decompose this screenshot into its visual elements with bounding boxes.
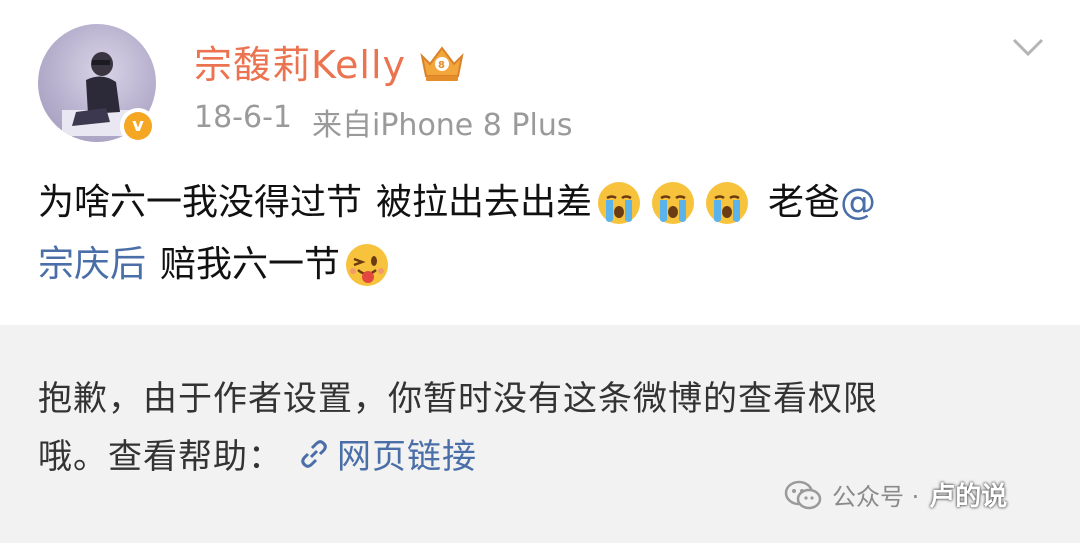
chevron-down-icon[interactable] (1010, 34, 1046, 60)
post-source: 来自iPhone 8 Plus (312, 108, 573, 143)
content-text: 赔我六一节 (160, 244, 341, 285)
mention-at-symbol[interactable]: @ (840, 172, 876, 234)
verified-v-icon: v (124, 112, 152, 140)
content-line-1: 为啥六一我没得过节 被拉出去出差 老爸 @ (38, 172, 1048, 234)
author-name-row[interactable]: 宗馥莉Kelly 8 (194, 34, 468, 89)
content-text: 为啥六一我没得过节 (38, 182, 363, 223)
content-text: 被拉出去出差 (376, 182, 593, 223)
post-meta: 18-6-1 来自iPhone 8 Plus (194, 100, 573, 144)
content-line-2: 宗庆后 赔我六一节 (38, 234, 1048, 296)
link-icon (301, 439, 327, 468)
crying-emoji-icon (652, 182, 695, 224)
vip-crown-icon: 8 (420, 45, 464, 81)
wechat-icon (784, 480, 822, 509)
notice-help-row: 哦。查看帮助： 网页链接 (38, 429, 477, 478)
watermark-label: 公众号 · (832, 483, 920, 511)
post-content: 为啥六一我没得过节 被拉出去出差 老爸 @ 宗庆后 赔我六一节 (38, 172, 1048, 296)
wink-tongue-emoji-icon (346, 244, 389, 286)
web-link[interactable]: 网页链接 (297, 429, 477, 478)
notice-text: 抱歉，由于作者设置，你暂时没有这条微博的查看权限 (38, 379, 878, 419)
web-link-label[interactable]: 网页链接 (337, 429, 477, 478)
notice-help-text: 哦。查看帮助： (38, 437, 283, 477)
mention-link[interactable]: 宗庆后 (38, 234, 146, 296)
post-timestamp: 18-6-1 (194, 100, 292, 135)
crying-emoji-icon (706, 182, 749, 224)
author-name[interactable]: 宗馥莉Kelly (194, 34, 406, 89)
watermark: 公众号 · 卢的说 (784, 476, 1007, 513)
crying-emoji-icon (598, 182, 641, 224)
svg-text:8: 8 (438, 60, 446, 71)
weibo-post: v 宗馥莉Kelly 8 18-6-1 来自iPhone 8 Plus 为啥六一… (0, 0, 1080, 325)
content-text: 老爸 (768, 182, 841, 223)
watermark-account: 卢的说 (929, 482, 1008, 512)
verified-badge: v (120, 108, 156, 144)
